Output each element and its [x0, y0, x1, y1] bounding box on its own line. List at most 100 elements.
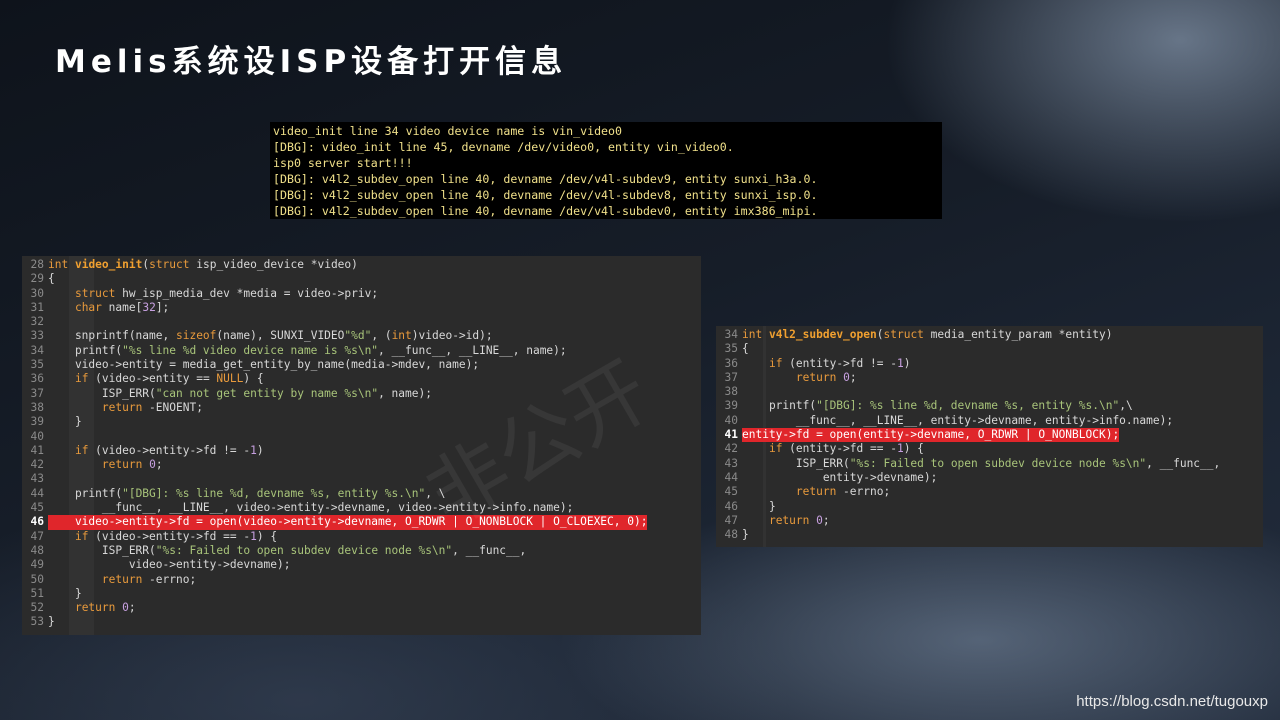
code-line: 38 return -ENOENT; — [22, 401, 701, 415]
line-number: 36 — [30, 372, 44, 386]
line-number: 47 — [30, 529, 44, 543]
code-text: } — [48, 615, 55, 629]
terminal-line: [DBG]: v4l2_subdev_open line 40, devname… — [273, 172, 818, 186]
code-panel-video-init: 28 int video_init(struct isp_video_device… — [22, 256, 701, 635]
line-number: 29 — [30, 272, 44, 286]
code-text: { — [742, 342, 749, 356]
code-line: 48} — [716, 528, 1263, 542]
code-text: if (entity->fd != -1) — [768, 356, 911, 370]
line-number: 52 — [30, 601, 44, 615]
code-text: video->entity = media_get_entity_by_name… — [48, 358, 480, 372]
terminal-line: video_init line 34 video device name is … — [273, 124, 623, 138]
line-number: 53 — [30, 615, 44, 629]
line-number: 44 — [724, 470, 738, 484]
code-text: if (video->entity->fd != -1) — [74, 443, 264, 457]
code-text: int video_init(struct isp_video_device *… — [48, 258, 358, 271]
code-line: 35 { — [716, 342, 1263, 356]
line-number: 40 — [724, 413, 738, 427]
code-text: } — [48, 415, 82, 429]
line-number: 31 — [30, 300, 44, 314]
line-number: 46 — [30, 515, 44, 529]
code-line: 47 return 0; — [716, 514, 1263, 528]
line-number: 33 — [30, 329, 44, 343]
code-line: 42 return 0; — [22, 458, 701, 472]
code-text: struct hw_isp_media_dev *media = video->… — [74, 286, 379, 300]
line-number: 28 — [30, 258, 44, 271]
code-text: ISP_ERR("%s: Failed to open subdev devic… — [742, 456, 1221, 470]
code-text: snprintf(name, sizeof(name), SUNXI_VIDEO… — [48, 329, 493, 343]
line-number: 44 — [30, 486, 44, 500]
code-line: 31 char name[32]; — [22, 301, 701, 315]
line-number: 43 — [724, 456, 738, 470]
code-text: video->entity->fd = open(video->entity->… — [48, 515, 648, 530]
code-text: } — [742, 528, 749, 542]
line-number: 35 — [724, 342, 738, 356]
code-line: 44 entity->devname); — [716, 471, 1263, 485]
code-line: 38 — [716, 385, 1263, 399]
code-text: return 0; — [74, 601, 136, 615]
code-line: 36 if (entity->fd != -1) — [716, 357, 1263, 371]
line-number: 38 — [724, 385, 738, 399]
line-number: 47 — [724, 513, 738, 527]
line-number: 50 — [30, 572, 44, 586]
line-number: 39 — [724, 399, 738, 413]
code-line: 37 ISP_ERR("can not get entity by name %… — [22, 387, 701, 401]
line-number: 45 — [724, 485, 738, 499]
code-text: if (video->entity->fd == -1) { — [74, 529, 278, 543]
code-text: } — [742, 499, 776, 513]
code-text: ISP_ERR("%s: Failed to open subdev devic… — [48, 543, 527, 557]
line-number: 30 — [30, 286, 44, 300]
terminal-line: isp0 server start!!! — [273, 156, 413, 170]
code-text: return 0; — [768, 513, 830, 527]
code-text: return -errno; — [795, 485, 891, 499]
code-text: char name[32]; — [74, 300, 170, 314]
code-line: 34 printf("%s line %d video device name … — [22, 344, 701, 358]
line-number: 37 — [30, 386, 44, 400]
terminal-line: [DBG]: v4l2_subdev_open line 40, devname… — [273, 188, 818, 202]
line-number: 42 — [30, 458, 44, 472]
highlighted-code-line: 46 video->entity->fd = open(video->entit… — [22, 515, 701, 530]
code-line: 43 — [22, 472, 701, 486]
line-number: 36 — [724, 356, 738, 370]
code-line: 30 struct hw_isp_media_dev *media = vide… — [22, 287, 701, 301]
code-text: if (entity->fd == -1) { — [768, 442, 924, 456]
code-line: 39 } — [22, 415, 701, 429]
code-text: __func__, __LINE__, video->entity->devna… — [48, 501, 574, 515]
code-text: int v4l2_subdev_open(struct media_entity… — [742, 328, 1113, 341]
code-text: } — [48, 586, 82, 600]
slide-title: Melis系统设ISP设备打开信息 — [55, 44, 568, 80]
code-line: 32 — [22, 315, 701, 329]
code-text: video->entity->devname); — [48, 558, 291, 572]
code-text: { — [48, 272, 55, 286]
line-number: 42 — [724, 442, 738, 456]
code-text: return -errno; — [101, 572, 197, 586]
code-text: printf("[DBG]: %s line %d, devname %s, e… — [48, 486, 446, 500]
code-text: return -ENOENT; — [101, 400, 203, 414]
code-line: 48 ISP_ERR("%s: Failed to open subdev de… — [22, 544, 701, 558]
code-line: 35 video->entity = media_get_entity_by_n… — [22, 358, 701, 372]
code-line: 44 printf("[DBG]: %s line %d, devname %s… — [22, 487, 701, 501]
code-line: 46 } — [716, 500, 1263, 514]
code-text: return 0; — [101, 458, 163, 472]
code-line: 52 return 0; — [22, 601, 701, 615]
line-number: 40 — [30, 429, 44, 443]
line-number: 48 — [724, 528, 738, 542]
code-line: 45 __func__, __LINE__, video->entity->de… — [22, 501, 701, 515]
line-number: 35 — [30, 358, 44, 372]
terminal-line: [DBG]: v4l2_subdev_open line 40, devname… — [273, 204, 818, 218]
line-number: 49 — [30, 558, 44, 572]
line-number: 51 — [30, 586, 44, 600]
code-line: 42 if (entity->fd == -1) { — [716, 442, 1263, 456]
code-text: if (video->entity == NULL) { — [74, 372, 264, 386]
code-line: 45 return -errno; — [716, 485, 1263, 499]
code-line: 40 __func__, __LINE__, entity->devname, … — [716, 414, 1263, 428]
line-number: 34 — [30, 343, 44, 357]
highlighted-code-line: 41 entity->fd = open(entity->devname, O_R… — [716, 428, 1263, 443]
line-number: 46 — [724, 499, 738, 513]
code-line: 40 — [22, 430, 701, 444]
terminal-output: video_init line 34 video device name is … — [270, 122, 942, 219]
code-line: 50 return -errno; — [22, 573, 701, 587]
line-number: 38 — [30, 400, 44, 414]
line-number: 34 — [724, 328, 738, 341]
code-line: 49 video->entity->devname); — [22, 558, 701, 572]
